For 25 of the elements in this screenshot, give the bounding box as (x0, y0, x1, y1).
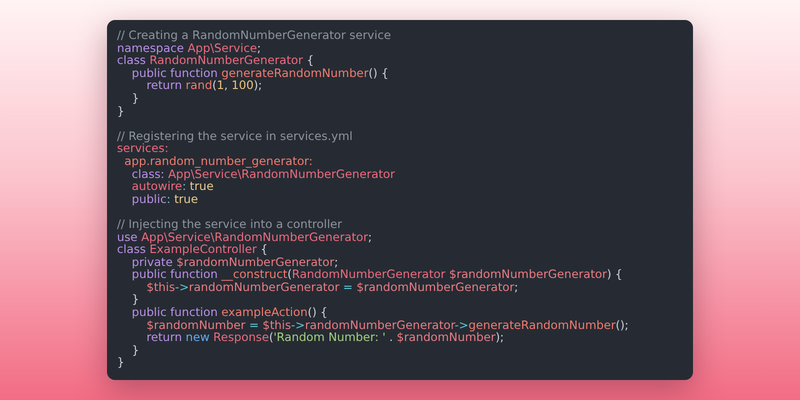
code-line: public function __construct(RandomNumberGenerator $randomNumberGenerator) { (130, 268, 622, 281)
code-line: } (117, 356, 124, 370)
code-line: $randomNumber = $this->randomNumberGenerator->generateRandomNumber(); (146, 318, 629, 332)
code-line: } (130, 293, 140, 306)
code-line: } (130, 344, 140, 356)
code-line: private $randomNumberGenerator; (130, 256, 338, 268)
code-line: // Injecting the service into a controller (117, 218, 342, 230)
code-line: public function exampleAction() { (130, 306, 328, 319)
code-line: // Creating a RandomNumberGenerator service (117, 29, 391, 42)
code-line: // Registering the service in services.yml (117, 130, 353, 142)
code-line: namespace App\Service; (117, 42, 261, 54)
code-line: return new Response('Random Number: ' . $randomNumber); (145, 331, 504, 344)
code-line: class: App\Service\RandomNumberGenerator (132, 168, 395, 180)
code-line: class ExampleController { (117, 243, 268, 256)
code-line: class RandomNumberGenerator { (117, 54, 314, 67)
code-line: services: (117, 142, 168, 155)
code-line: } (130, 92, 140, 105)
code-line: return rand(1, 100); (146, 79, 262, 92)
code-line: use App\Service\RandomNumberGenerator; (117, 230, 372, 244)
code-line: } (117, 104, 124, 118)
code-line: autowire: true (130, 180, 214, 193)
code-line: public: true (130, 192, 198, 206)
code-line: $this->randomNumberGenerator = $randomNumberGenerator; (146, 280, 518, 294)
code-line: app.random_number_generator: (123, 154, 313, 168)
code-line: public function generateRandomNumber() { (130, 66, 389, 80)
